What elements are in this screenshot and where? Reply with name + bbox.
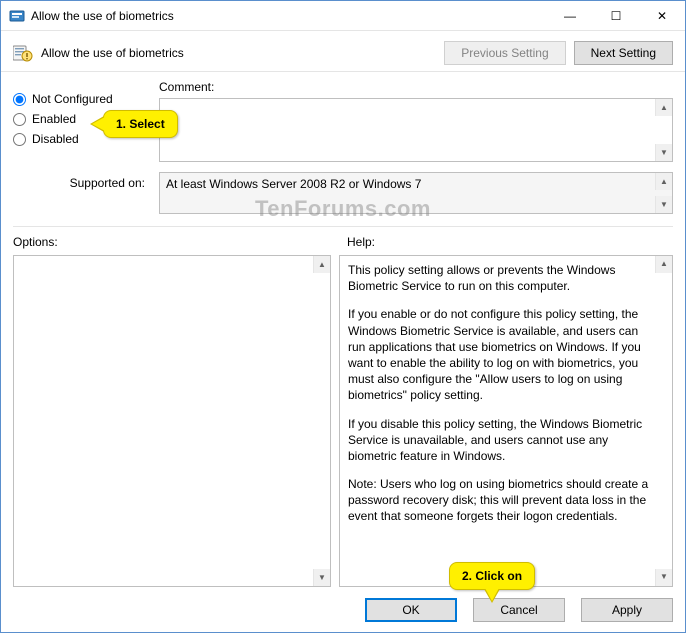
radio-disabled-label: Disabled (32, 132, 79, 146)
divider (13, 226, 673, 227)
radio-not-configured-input[interactable] (13, 93, 26, 106)
supported-on-text: At least Windows Server 2008 R2 or Windo… (166, 177, 421, 191)
radio-enabled-label: Enabled (32, 112, 76, 126)
close-button[interactable]: ✕ (639, 1, 685, 30)
supported-on-label: Supported on: (13, 172, 145, 190)
titlebar: Allow the use of biometrics — ☐ ✕ (1, 1, 685, 31)
help-box: This policy setting allows or prevents t… (339, 255, 673, 587)
policy-icon (13, 43, 33, 63)
next-setting-button[interactable]: Next Setting (574, 41, 673, 65)
scroll-down-icon[interactable]: ▼ (655, 144, 672, 161)
options-box: ▲ ▼ (13, 255, 331, 587)
window-buttons: — ☐ ✕ (547, 1, 685, 30)
options-help-row: ▲ ▼ This policy setting allows or preven… (13, 255, 673, 587)
minimize-button[interactable]: — (547, 1, 593, 30)
annotation-select-callout: 1. Select (103, 110, 178, 138)
help-paragraph: If you disable this policy setting, the … (348, 416, 650, 465)
radio-not-configured[interactable]: Not Configured (13, 92, 145, 106)
scroll-down-icon[interactable]: ▼ (655, 196, 672, 213)
main-area: Not Configured Enabled Disabled Comment:… (1, 80, 685, 587)
policy-title: Allow the use of biometrics (41, 46, 444, 60)
scroll-up-icon[interactable]: ▲ (313, 256, 330, 273)
comment-label: Comment: (159, 80, 673, 94)
apply-button[interactable]: Apply (581, 598, 673, 622)
close-icon: ✕ (657, 9, 667, 23)
radio-enabled-input[interactable] (13, 113, 26, 126)
help-label: Help: (339, 235, 673, 249)
app-icon (9, 8, 25, 24)
scroll-up-icon[interactable]: ▲ (655, 256, 672, 273)
section-labels: Options: Help: (13, 235, 673, 249)
divider (1, 71, 685, 72)
header-row: Allow the use of biometrics Previous Set… (1, 31, 685, 71)
radio-not-configured-label: Not Configured (32, 92, 113, 106)
annotation-click-callout: 2. Click on (449, 562, 535, 590)
maximize-button[interactable]: ☐ (593, 1, 639, 30)
options-label: Options: (13, 235, 339, 249)
scroll-down-icon[interactable]: ▼ (313, 569, 330, 586)
ok-button[interactable]: OK (365, 598, 457, 622)
supported-on-box: At least Windows Server 2008 R2 or Windo… (159, 172, 673, 214)
help-paragraph: This policy setting allows or prevents t… (348, 262, 650, 294)
maximize-icon: ☐ (611, 9, 622, 23)
window-title: Allow the use of biometrics (31, 9, 547, 23)
supported-row: Supported on: At least Windows Server 20… (13, 172, 673, 214)
comment-textarea[interactable]: ▲ ▼ (159, 98, 673, 162)
comment-column: Comment: ▲ ▼ (159, 80, 673, 162)
help-paragraph: Note: Users who log on using biometrics … (348, 476, 650, 525)
previous-setting-button: Previous Setting (444, 41, 565, 65)
radio-disabled-input[interactable] (13, 133, 26, 146)
footer-buttons: OK Cancel Apply (1, 588, 685, 632)
minimize-icon: — (564, 9, 576, 23)
scroll-up-icon[interactable]: ▲ (655, 173, 672, 190)
help-paragraph: If you enable or do not configure this p… (348, 306, 650, 403)
scroll-up-icon[interactable]: ▲ (655, 99, 672, 116)
scroll-down-icon[interactable]: ▼ (655, 569, 672, 586)
